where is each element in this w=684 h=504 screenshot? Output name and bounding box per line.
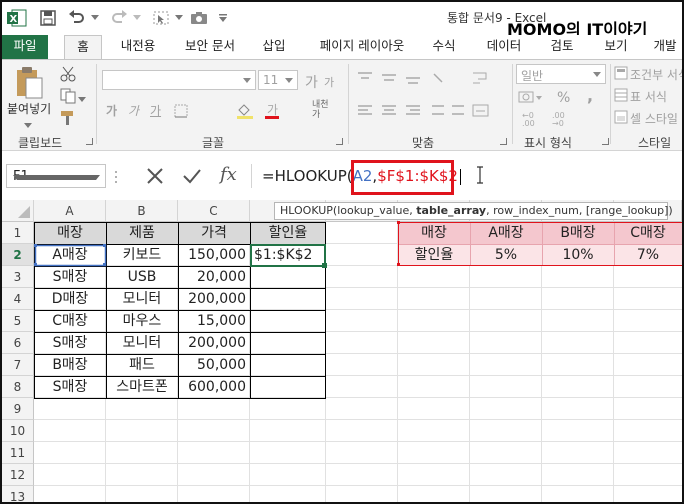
clipboard-group-label: 클립보드 — [18, 136, 63, 150]
format-painter-icon[interactable] — [60, 110, 78, 129]
border-icon[interactable] — [174, 104, 190, 121]
ribbon: 붙여넣기 클립보드 11 가 가 가 가 가 가 내천 가 글꼴 맞춤 일반 %… — [2, 59, 682, 151]
camera-icon[interactable] — [188, 9, 210, 27]
excel-logo-icon: X — [6, 9, 28, 27]
cell-styles-button[interactable]: 셀 스타일 — [630, 110, 678, 127]
number-group-label: 표시 형식 — [524, 136, 572, 150]
save-icon[interactable] — [38, 9, 58, 27]
tab-file[interactable]: 파일 — [2, 35, 48, 59]
svg-text:가: 가 — [267, 103, 278, 117]
bold-button[interactable]: 가 — [106, 102, 117, 119]
insert-function-icon[interactable]: fx — [220, 164, 237, 185]
ribbon-tabs: 파일 홈 내전용 보안 문서 삽입 페이지 레이아웃 수식 데이터 검토 보기 … — [2, 35, 682, 60]
number-launcher-icon[interactable] — [602, 138, 609, 145]
font-launcher-icon[interactable] — [336, 138, 343, 145]
paste-label[interactable]: 붙여넣기 — [7, 100, 51, 117]
undo-icon[interactable] — [66, 9, 88, 27]
tab-page-layout[interactable]: 페이지 레이아웃 — [312, 35, 412, 59]
formula-buttons: fx — [138, 164, 248, 188]
decrease-decimal-icon[interactable]: .00 →0 — [552, 112, 565, 128]
alignment-group-label: 맞춤 — [412, 136, 435, 150]
row-header-12[interactable]: 12 — [2, 464, 34, 486]
worksheet-grid[interactable]: A B C D E F G H I 1 2 3 4 5 6 7 8 9 10 1… — [2, 200, 682, 502]
clipboard-launcher-icon[interactable] — [86, 138, 93, 145]
row-header-9[interactable]: 9 — [2, 398, 34, 420]
select-dropdown-icon[interactable] — [174, 9, 184, 27]
function-tooltip: HLOOKUP(lookup_value, table_array, row_i… — [274, 202, 673, 220]
conditional-format-button[interactable]: 조건부 서식 — [630, 66, 682, 83]
tab-security-docs[interactable]: 보안 문서 — [178, 35, 242, 59]
row-header-10[interactable]: 10 — [2, 420, 34, 442]
formula-bar: F1 fx =HLOOKUP(A2,$F$1:$K$2 — [2, 152, 682, 199]
formula-bar-grip-icon[interactable] — [114, 170, 118, 187]
cut-icon[interactable] — [60, 66, 78, 85]
copy-icon[interactable] — [60, 88, 78, 107]
customize-toolbar-icon[interactable] — [216, 9, 230, 27]
formula-prefix: =HLOOKUP( — [262, 167, 353, 185]
accounting-format-icon[interactable] — [518, 90, 542, 109]
tab-formulas[interactable]: 수식 — [426, 35, 462, 59]
redo-dropdown-icon[interactable] — [132, 9, 142, 27]
redo-icon[interactable] — [108, 9, 130, 27]
underline-button[interactable]: 가 — [150, 102, 161, 119]
row-header-13[interactable]: 13 — [2, 486, 34, 502]
number-format-combo[interactable]: 일반 — [516, 64, 606, 84]
copy-dropdown-icon[interactable] — [78, 92, 86, 106]
excel-window: X 통합 문서9 - Excel MOMO의 IT이야기 파일 홈 내전용 보안… — [0, 0, 684, 504]
styles-group-label: 스타일 — [638, 136, 672, 150]
row-header-11[interactable]: 11 — [2, 442, 34, 464]
font-group-label: 글꼴 — [202, 136, 225, 150]
grow-font-button[interactable]: 가 — [305, 72, 318, 92]
text-cursor — [459, 168, 461, 185]
formula-highlight-box — [351, 160, 454, 195]
title-bar: X 통합 문서9 - Excel MOMO의 IT이야기 — [2, 2, 682, 39]
cell-styles-icon[interactable] — [614, 110, 628, 127]
font-name-combo[interactable] — [102, 70, 256, 90]
svg-text:X: X — [10, 14, 18, 25]
fill-color-icon[interactable] — [236, 102, 254, 123]
table2-borders — [397, 221, 682, 266]
phonetic-icon[interactable]: 내천 가 — [312, 100, 329, 120]
percent-style-button[interactable]: % — [557, 90, 570, 106]
tab-personal[interactable]: 내전용 — [112, 35, 164, 59]
wrap-text-icon[interactable] — [472, 70, 490, 89]
tab-insert[interactable]: 삽입 — [256, 35, 292, 59]
select-objects-icon[interactable] — [150, 9, 172, 27]
table1-borders — [34, 222, 327, 399]
name-box[interactable]: F1 — [6, 164, 106, 188]
enter-icon[interactable] — [182, 167, 202, 188]
formula-input[interactable]: =HLOOKUP(A2,$F$1:$K$2 — [251, 164, 682, 188]
tab-home[interactable]: 홈 — [64, 35, 102, 60]
tab-view[interactable]: 보기 — [596, 35, 636, 59]
paste-dropdown-icon[interactable] — [24, 118, 32, 132]
increase-decimal-icon[interactable]: ←0.00 — [522, 112, 535, 128]
tab-data[interactable]: 데이터 — [480, 35, 528, 59]
align-top-icon[interactable] — [356, 70, 464, 129]
merge-center-icon[interactable] — [472, 104, 490, 121]
italic-button[interactable]: 가 — [128, 102, 139, 119]
alignment-launcher-icon[interactable] — [500, 138, 507, 145]
tab-developer[interactable]: 개발 — [648, 35, 682, 59]
font-size-combo[interactable]: 11 — [258, 70, 298, 90]
undo-dropdown-icon[interactable] — [90, 9, 100, 27]
font-color-icon[interactable]: 가 — [264, 102, 280, 123]
cancel-icon[interactable] — [146, 167, 164, 188]
paste-icon[interactable] — [14, 66, 44, 103]
comma-style-button[interactable]: , — [587, 86, 593, 105]
ibeam-cursor-icon — [476, 166, 484, 187]
tab-review[interactable]: 검토 — [542, 35, 582, 59]
format-as-table-icon[interactable] — [614, 88, 628, 105]
shrink-font-button[interactable]: 가 — [324, 74, 334, 90]
conditional-format-icon[interactable] — [614, 66, 628, 83]
format-as-table-button[interactable]: 표 서식 — [630, 88, 667, 105]
